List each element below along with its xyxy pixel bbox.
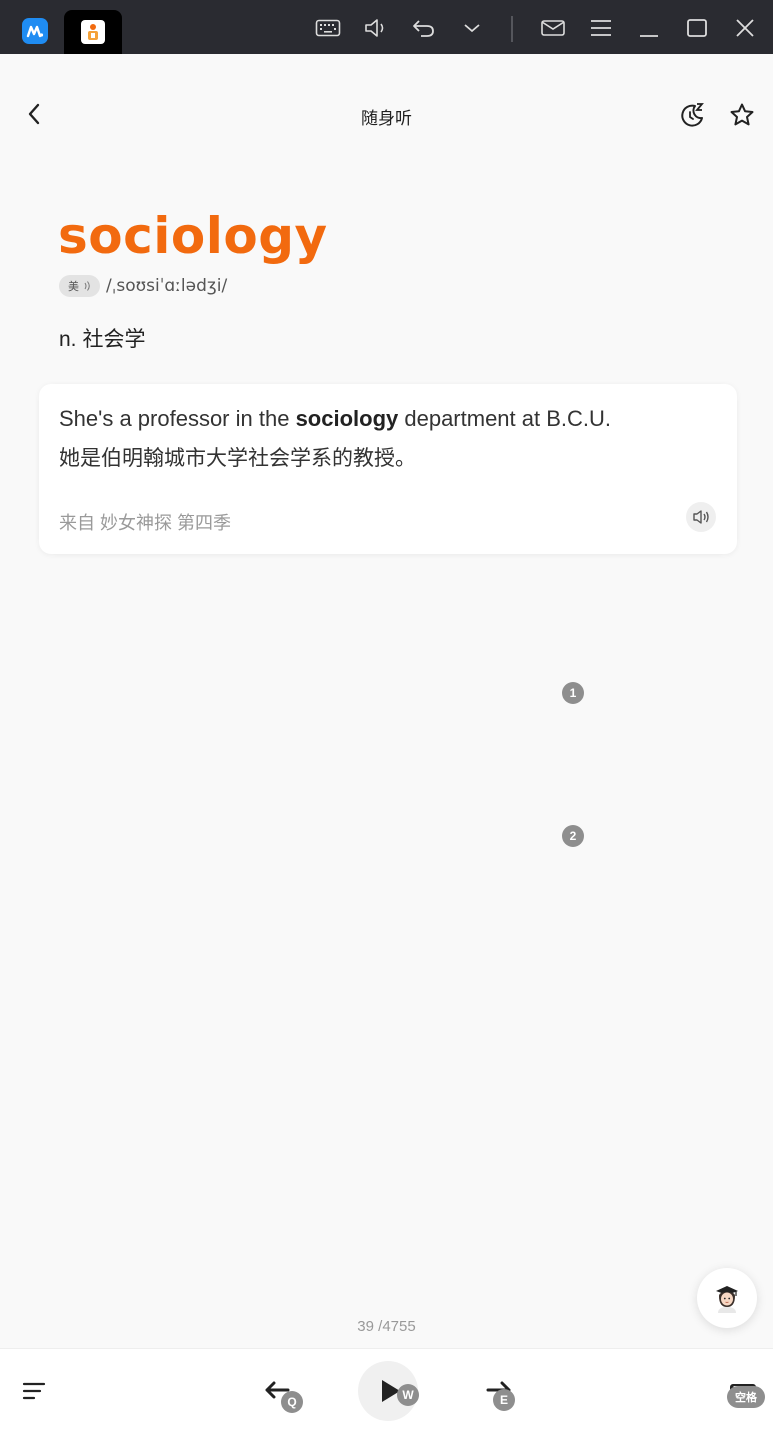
pronounce-us-button[interactable]: 美 bbox=[59, 275, 100, 297]
example-sentence-card: She's a professor in the sociology depar… bbox=[39, 384, 737, 554]
step-marker: 1 bbox=[562, 682, 584, 704]
player-controls: Q W E 空格 bbox=[0, 1348, 773, 1440]
speaker-wave-icon bbox=[84, 281, 90, 291]
shortcut-badge-w: W bbox=[397, 1384, 419, 1406]
app-logo-icon[interactable] bbox=[22, 18, 48, 44]
sleep-timer-button[interactable] bbox=[677, 100, 707, 130]
example-text: She's a professor in the bbox=[59, 406, 296, 431]
example-highlight: sociology bbox=[295, 406, 399, 431]
star-icon bbox=[730, 103, 754, 126]
minimize-icon[interactable] bbox=[635, 14, 663, 42]
phonetic-transcription: /ˌsoʊsiˈɑːlədʒi/ bbox=[106, 276, 228, 296]
emulator-toolbar bbox=[0, 0, 773, 54]
volume-icon[interactable] bbox=[362, 14, 390, 42]
chevron-down-icon[interactable] bbox=[458, 14, 486, 42]
page-title: 随身听 bbox=[361, 109, 412, 128]
close-icon[interactable] bbox=[731, 14, 759, 42]
part-of-speech: n. bbox=[59, 328, 77, 351]
favorite-button[interactable] bbox=[727, 100, 757, 130]
toolbar-divider bbox=[511, 16, 513, 42]
active-app-tab[interactable] bbox=[64, 10, 122, 54]
shortcut-badge-e: E bbox=[493, 1389, 515, 1411]
mail-icon[interactable] bbox=[539, 14, 567, 42]
playlist-button[interactable] bbox=[18, 1377, 50, 1405]
speaker-icon bbox=[693, 510, 709, 524]
undo-icon[interactable] bbox=[410, 14, 438, 42]
headword: sociology bbox=[58, 207, 328, 265]
maximize-icon[interactable] bbox=[683, 14, 711, 42]
pron-region-label: 美 bbox=[68, 281, 79, 293]
example-translation: 她是伯明翰城市大学社会学系的教授。 bbox=[59, 447, 416, 470]
example-english: She's a professor in the sociology depar… bbox=[59, 406, 611, 432]
moon-z-icon bbox=[681, 103, 704, 127]
definition: n. 社会学 bbox=[59, 323, 146, 353]
graduate-avatar-icon bbox=[716, 1286, 738, 1313]
step-marker: 2 bbox=[562, 825, 584, 847]
keyboard-icon[interactable] bbox=[314, 14, 342, 42]
example-audio-button[interactable] bbox=[686, 502, 716, 532]
example-text: department at B.C.U. bbox=[398, 406, 612, 431]
example-source: 来自 妙女神探 第四季 bbox=[59, 513, 232, 533]
meaning: 社会学 bbox=[82, 328, 146, 351]
dictionary-app-icon bbox=[81, 20, 105, 44]
progress-counter: 39 /4755 bbox=[357, 1318, 416, 1335]
list-icon bbox=[22, 1382, 46, 1400]
app-header: 随身听 bbox=[0, 54, 773, 174]
shortcut-badge-space: 空格 bbox=[727, 1386, 765, 1408]
shortcut-badge-q: Q bbox=[281, 1391, 303, 1413]
menu-icon[interactable] bbox=[587, 14, 615, 42]
